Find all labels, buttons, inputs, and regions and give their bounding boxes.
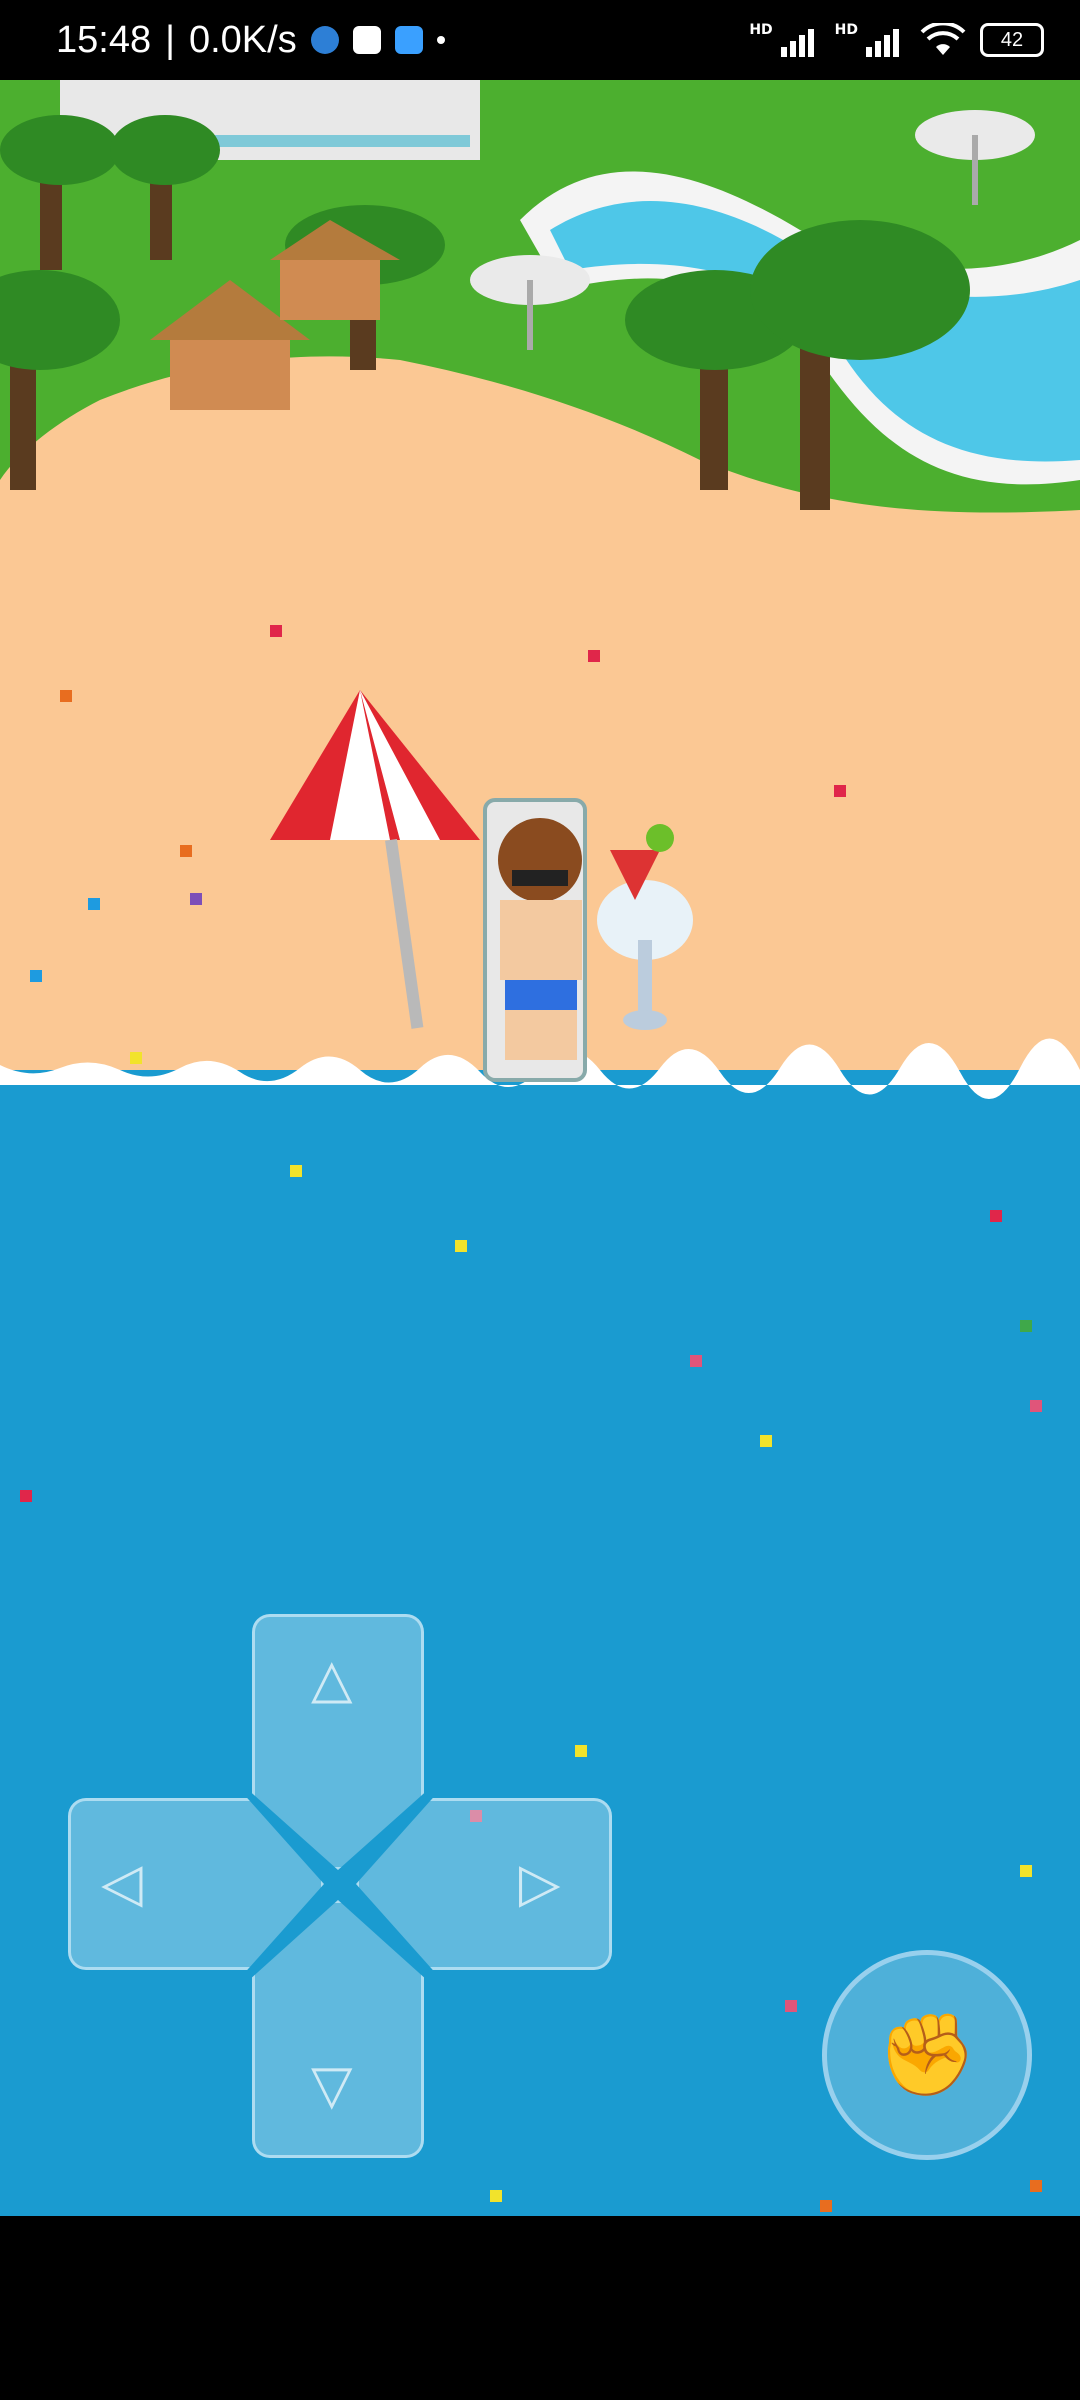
signal-icon-1	[780, 29, 814, 57]
qq-notification-icon	[310, 26, 339, 54]
punch-action-button[interactable]: ✊	[822, 1950, 1032, 2160]
building-window-row	[190, 135, 470, 147]
app-notification-icon	[352, 26, 381, 54]
wifi-icon	[920, 23, 966, 55]
hd-label-1: HD	[749, 22, 773, 38]
fist-icon: ✊	[877, 2008, 977, 2101]
more-notifications-icon	[436, 36, 445, 44]
game-view[interactable]: △ ▽ ◁ ▷ ✊	[0, 80, 1080, 2216]
triangle-right-icon: ▷	[519, 1851, 561, 1914]
network-speed: 0.0K/s	[188, 18, 297, 61]
status-right: HD HD 42	[749, 0, 1044, 80]
hd-label-2: HD	[834, 22, 858, 38]
status-left: 15:48 | 0.0K/s	[56, 0, 445, 80]
status-bar: 15:48 | 0.0K/s HD HD 42	[0, 0, 1080, 80]
clock: 15:48	[56, 18, 152, 61]
player-character	[483, 798, 587, 1082]
signal-icon-2	[866, 29, 899, 57]
separator: |	[165, 18, 175, 61]
triangle-up-icon: △	[311, 1647, 353, 1710]
battery-level: 42	[1000, 28, 1024, 51]
battery-indicator: 42	[980, 23, 1044, 57]
navigation-bar	[0, 2216, 1080, 2400]
triangle-left-icon: ◁	[101, 1851, 143, 1914]
triangle-down-icon: ▽	[311, 2053, 353, 2116]
chat-notification-icon	[394, 26, 423, 54]
